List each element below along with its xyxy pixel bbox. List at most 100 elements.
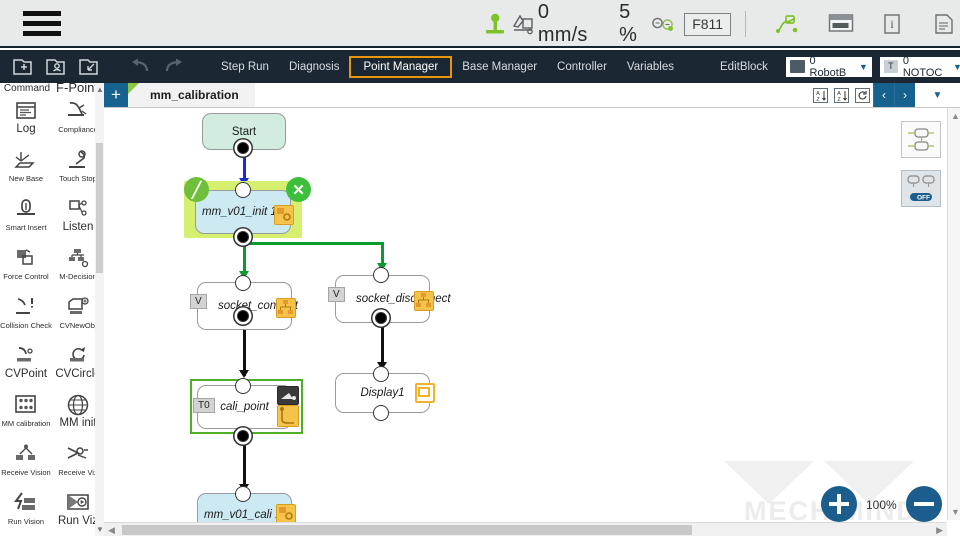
sidebar-label-log: Log bbox=[16, 123, 36, 135]
port-socket-disconnect-out[interactable] bbox=[375, 312, 387, 324]
refresh-sort-icon[interactable] bbox=[852, 83, 873, 107]
sidebar-item-force-control[interactable]: Force Control bbox=[0, 244, 52, 293]
port-mm-cali-in[interactable] bbox=[235, 486, 251, 502]
tab-list-dropdown[interactable]: ▼ bbox=[915, 83, 960, 107]
sidebar-label-new-base: New Base bbox=[8, 174, 44, 183]
speed-gauge-icon bbox=[510, 13, 538, 35]
scroll-down-arrow-icon[interactable]: ▼ bbox=[96, 525, 104, 534]
canvas-scroll-down-icon[interactable]: ▼ bbox=[951, 507, 960, 517]
add-tab-button[interactable]: + bbox=[104, 83, 128, 107]
toolbar-item-variables[interactable]: Variables bbox=[617, 56, 684, 78]
sidebar-item-log[interactable]: Log bbox=[0, 97, 52, 146]
robot-base-select[interactable]: 0 RobotB ▼ bbox=[785, 55, 872, 79]
vision-glasses-icon bbox=[650, 16, 676, 32]
sidebar-header-command: Command bbox=[3, 83, 51, 94]
next-tab-button[interactable]: › bbox=[894, 83, 915, 107]
node-init-delete-badge[interactable]: ✕ bbox=[286, 177, 311, 202]
layout-vertical-button[interactable] bbox=[901, 121, 941, 158]
port-socket-connect-in[interactable] bbox=[235, 275, 251, 291]
command-sidebar: Command F-Point Log Compliance New Base … bbox=[0, 83, 104, 536]
node-init-edit-badge[interactable]: ╱ bbox=[184, 177, 209, 202]
sidebar-label-listen: Listen bbox=[62, 221, 94, 233]
port-socket-connect-out[interactable] bbox=[237, 310, 249, 322]
sidebar-scroll-thumb[interactable] bbox=[96, 143, 103, 273]
percent-value: 5 % bbox=[619, 1, 638, 46]
sidebar-label-touch-stop: Touch Stop bbox=[59, 174, 97, 183]
sort-z-a-icon[interactable]: AZ bbox=[831, 83, 852, 107]
display-frame-icon[interactable] bbox=[415, 383, 435, 403]
receive-vision-icon bbox=[13, 440, 39, 468]
node-cali-point-tag: T0 bbox=[193, 398, 215, 413]
open-project-icon[interactable] bbox=[45, 56, 66, 77]
port-cali-point-out[interactable] bbox=[237, 430, 249, 442]
sidebar-item-smart-insert[interactable]: Smart Insert bbox=[0, 195, 52, 244]
toolbar-item-controller[interactable]: Controller bbox=[547, 56, 617, 78]
port-display1-out[interactable] bbox=[373, 405, 389, 421]
node-socket-disconnect-label: socket_disconnect bbox=[356, 293, 451, 305]
frame-value[interactable]: F811 bbox=[684, 12, 732, 36]
flowchart-canvas[interactable]: MECH MIND Start mm_v01_init 1 ╱ ✕ socket… bbox=[104, 108, 960, 536]
port-init-in[interactable] bbox=[235, 182, 251, 198]
tool-select[interactable]: T 0 NOTOC ▼ bbox=[879, 55, 960, 79]
canvas-horizontal-scrollbar[interactable]: ◀ ▶ bbox=[104, 522, 947, 536]
gear-block-icon-init[interactable] bbox=[274, 205, 294, 225]
toolbar-item-diagnosis[interactable]: Diagnosis bbox=[279, 56, 350, 78]
sidebar-label-mm-calibration: MM calibration bbox=[1, 419, 51, 428]
edge-horizontal-split bbox=[243, 242, 383, 245]
path-point-icon[interactable] bbox=[277, 405, 299, 427]
sidebar-item-mm-calibration[interactable]: MM calibration bbox=[0, 391, 52, 440]
m-decision-tree-icon bbox=[66, 244, 90, 272]
listen-network-icon bbox=[66, 195, 90, 223]
zoom-out-button[interactable] bbox=[906, 486, 942, 522]
hamburger-menu-icon[interactable] bbox=[14, 10, 70, 36]
sidebar-item-receive-vision[interactable]: Receive Vision bbox=[0, 440, 52, 489]
canvas-vertical-scrollbar[interactable]: ▲ ▼ bbox=[947, 108, 960, 520]
document-icon[interactable] bbox=[933, 13, 956, 35]
new-project-icon[interactable] bbox=[12, 56, 33, 77]
port-display1-in[interactable] bbox=[373, 366, 389, 382]
sidebar-command-grid: Log Compliance New Base Touch Stop Smart… bbox=[0, 97, 104, 536]
sidebar-label-receive-vision: Receive Vision bbox=[1, 468, 51, 477]
canvas-scroll-up-icon[interactable]: ▲ bbox=[951, 111, 960, 121]
sort-a-z-icon[interactable]: AZ bbox=[810, 83, 831, 107]
sidebar-scrollbar[interactable]: ▲ ▼ bbox=[95, 83, 104, 536]
gear-block-icon-cali[interactable] bbox=[276, 504, 296, 524]
sidebar-item-collision-check[interactable]: Collision Check bbox=[0, 293, 52, 342]
canvas-scroll-left-icon[interactable]: ◀ bbox=[108, 525, 115, 536]
prev-tab-button[interactable]: ‹ bbox=[873, 83, 894, 107]
sidebar-item-new-base[interactable]: New Base bbox=[0, 146, 52, 195]
tab-strip-controls: AZ AZ ‹ › ▼ bbox=[810, 83, 960, 107]
toolbar-item-point-manager[interactable]: Point Manager bbox=[349, 55, 453, 78]
toolbar-item-base-manager[interactable]: Base Manager bbox=[452, 56, 547, 78]
info-icon[interactable]: i bbox=[882, 13, 905, 35]
scroll-up-arrow-icon[interactable]: ▲ bbox=[96, 85, 104, 94]
cv-point-icon bbox=[13, 342, 39, 370]
canvas-hscroll-thumb[interactable] bbox=[122, 525, 692, 535]
move-point-icon[interactable] bbox=[277, 386, 299, 405]
tab-mm-calibration[interactable]: mm_calibration bbox=[128, 83, 255, 107]
chevron-down-icon: ▼ bbox=[859, 61, 868, 72]
network-block-icon-disconnect[interactable] bbox=[414, 291, 434, 311]
port-init-out[interactable] bbox=[237, 231, 249, 243]
sidebar-label-force-control: Force Control bbox=[3, 272, 49, 281]
toolbar-item-step-run[interactable]: Step Run bbox=[211, 56, 279, 78]
layout-horizontal-button[interactable]: OFF bbox=[901, 170, 941, 207]
save-project-icon[interactable] bbox=[78, 56, 99, 77]
network-block-icon-connect[interactable] bbox=[276, 298, 296, 318]
redo-arrow-icon[interactable] bbox=[163, 58, 185, 76]
tool-path-icon[interactable] bbox=[774, 13, 800, 35]
port-socket-disconnect-in[interactable] bbox=[373, 267, 389, 283]
log-document-icon bbox=[14, 97, 38, 125]
undo-arrow-icon[interactable] bbox=[129, 58, 151, 76]
canvas-scroll-right-icon[interactable]: ▶ bbox=[936, 525, 943, 536]
tab-label: mm_calibration bbox=[150, 88, 239, 102]
cv-circle-icon bbox=[65, 342, 91, 370]
sidebar-item-cvpoint[interactable]: CVPoint bbox=[0, 342, 52, 391]
zoom-in-button[interactable] bbox=[821, 486, 857, 522]
keyboard-icon[interactable] bbox=[828, 13, 854, 35]
port-cali-point-in[interactable] bbox=[235, 378, 251, 394]
sidebar-label-receive-viz: Receive Viz bbox=[58, 468, 98, 477]
toolbar-item-editblock[interactable]: EditBlock bbox=[710, 56, 778, 78]
sidebar-item-run-vision[interactable]: Run Vision bbox=[0, 489, 52, 536]
port-start-out[interactable] bbox=[237, 142, 249, 154]
